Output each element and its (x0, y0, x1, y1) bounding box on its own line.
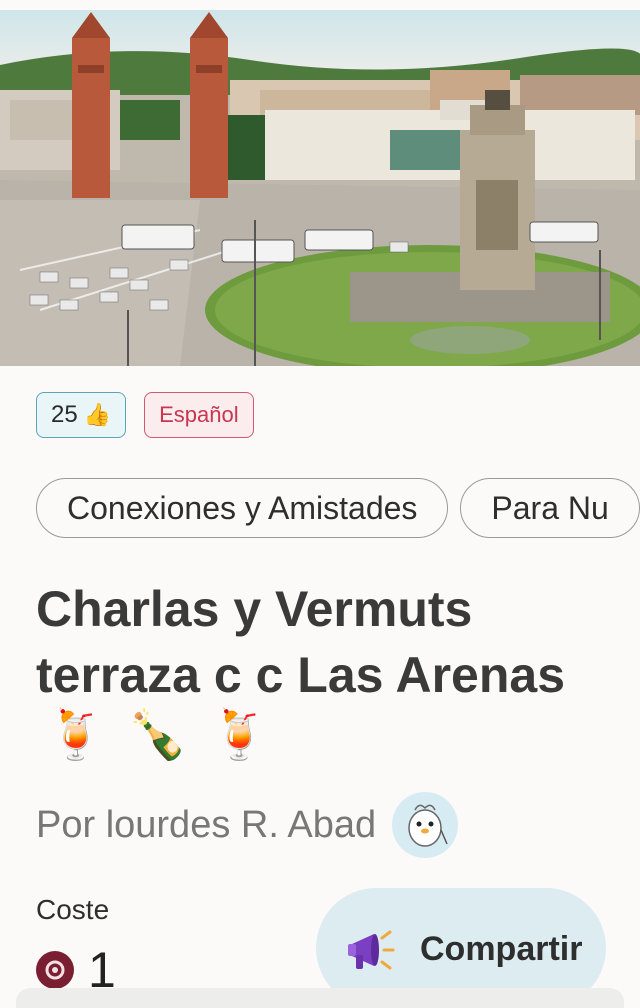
title-emojis: 🍹 🍾 🍹 (46, 706, 269, 763)
thumbs-up-icon: 👍 (83, 402, 112, 427)
event-title: Charlas y Vermuts terraza c c Las Arenas (36, 581, 566, 703)
language-label: Español (159, 402, 239, 427)
category-chip-connections[interactable]: Conexiones y Amistades (36, 478, 449, 538)
megaphone-icon (348, 930, 395, 970)
champagne-bottle-icon: 🍾 (127, 709, 188, 762)
bottom-sheet-edge (16, 988, 624, 1008)
tropical-drink-icon: 🍹 (46, 709, 106, 762)
language-badge: Español (144, 392, 254, 438)
hero-image (0, 10, 640, 366)
likes-badge[interactable]: 25 👍 (36, 392, 127, 438)
coin-icon (36, 951, 74, 989)
tropical-drink-icon: 🍹 (209, 709, 270, 762)
cost-label: Coste (36, 894, 110, 925)
likes-count: 25 (51, 401, 78, 428)
share-label: Compartir (420, 930, 583, 968)
author-name: Por lourdes R. Abad (36, 803, 377, 846)
category-chip-partial[interactable]: Para Nu (460, 478, 640, 538)
author-row[interactable]: Por lourdes R. Abad (36, 792, 459, 858)
avatar[interactable] (392, 792, 459, 858)
category-chips: Conexiones y Amistades Para Nu (36, 478, 640, 538)
